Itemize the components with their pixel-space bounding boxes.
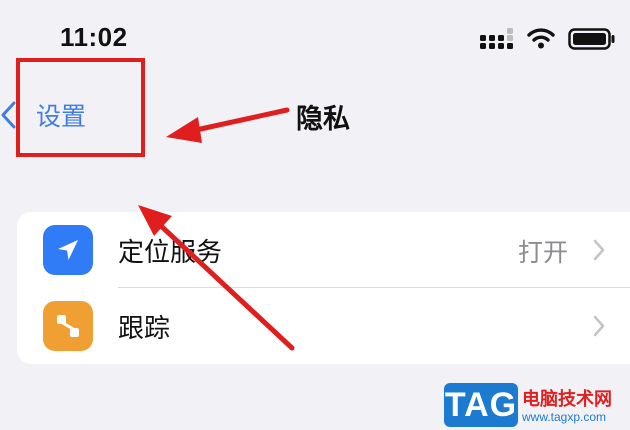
battery-icon xyxy=(568,28,615,50)
settings-row-tracking[interactable]: 跟踪 xyxy=(17,288,630,364)
watermark-logo: TAG xyxy=(444,383,518,427)
annotation-highlight-box xyxy=(16,58,145,157)
wifi-icon xyxy=(527,28,555,49)
status-time: 11:02 xyxy=(60,22,128,52)
settings-group: 定位服务 打开 跟踪 xyxy=(17,212,630,364)
tracking-icon xyxy=(43,301,93,351)
chevron-right-icon xyxy=(593,315,605,337)
page-title: 隐私 xyxy=(296,104,350,135)
row-value: 打开 xyxy=(517,238,568,267)
watermark-logo-text: TAG xyxy=(444,385,518,424)
watermark-url: www.tagxp.com xyxy=(522,410,607,424)
chevron-right-icon xyxy=(593,239,605,261)
row-label: 跟踪 xyxy=(118,314,171,344)
location-arrow-icon xyxy=(43,225,93,275)
settings-row-location-services[interactable]: 定位服务 打开 xyxy=(17,212,630,288)
cellular-signal-icon xyxy=(480,28,513,49)
watermark-site-name: 电脑技术网 xyxy=(522,389,612,410)
row-label: 定位服务 xyxy=(118,238,223,268)
